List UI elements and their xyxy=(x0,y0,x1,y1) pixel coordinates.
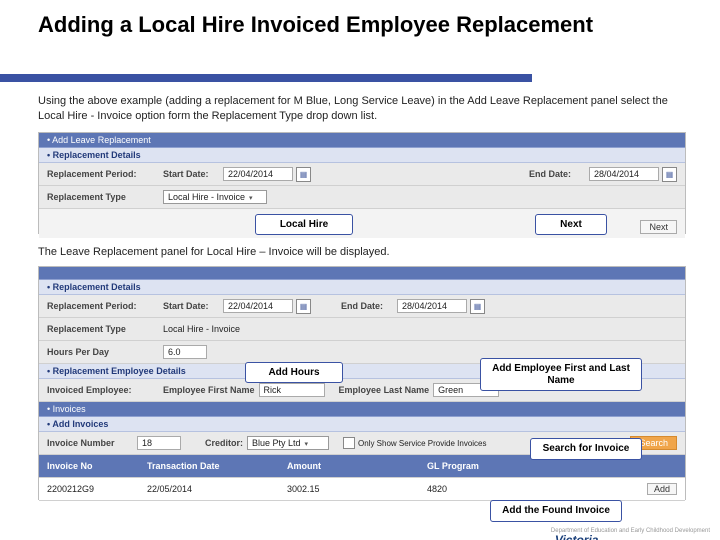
calendar-icon[interactable]: ▦ xyxy=(470,299,485,314)
title-underline xyxy=(0,74,532,82)
hours-label: Hours Per Day xyxy=(47,347,163,357)
calendar-icon[interactable]: ▦ xyxy=(662,167,677,182)
col-invoice-no: Invoice No xyxy=(47,461,147,471)
type-value: Local Hire - Invoice xyxy=(163,324,240,334)
callout-add-employee: Add Employee First and Last Name xyxy=(480,358,642,391)
col-gl-program: GL Program xyxy=(427,461,567,471)
panel-top-bar xyxy=(39,267,685,280)
footer-logo: Department of Education and Early Childh… xyxy=(551,528,710,540)
cell-transaction-date: 22/05/2014 xyxy=(147,484,287,494)
first-name-label: Employee First Name xyxy=(163,385,255,395)
panel-header: • Add Leave Replacement xyxy=(39,133,685,148)
callout-add-found-invoice: Add the Found Invoice xyxy=(490,500,622,522)
col-transaction-date: Transaction Date xyxy=(147,461,287,471)
next-button[interactable]: Next xyxy=(640,220,677,234)
cell-amount: 3002.15 xyxy=(287,484,427,494)
start-date-input[interactable]: 22/04/2014 xyxy=(223,299,293,313)
intro-text: Using the above example (adding a replac… xyxy=(38,94,688,124)
type-dropdown[interactable]: Local Hire - Invoice xyxy=(163,190,267,204)
page-title: Adding a Local Hire Invoiced Employee Re… xyxy=(38,12,720,38)
type-label: Replacement Type xyxy=(47,324,163,334)
panel-subheader: • Replacement Details xyxy=(39,148,685,163)
first-name-input[interactable]: Rick xyxy=(259,383,325,397)
start-date-input[interactable]: 22/04/2014 xyxy=(223,167,293,181)
end-date-input[interactable]: 28/04/2014 xyxy=(589,167,659,181)
end-date-label: End Date: xyxy=(529,169,589,179)
start-date-label: Start Date: xyxy=(163,301,223,311)
end-date-label: End Date: xyxy=(341,301,397,311)
type-label: Replacement Type xyxy=(47,192,163,202)
callout-next: Next xyxy=(535,214,607,235)
cell-invoice-no: 2200212G9 xyxy=(47,484,147,494)
callout-local-hire: Local Hire xyxy=(255,214,353,235)
panel-subheader-add-invoices: • Add Invoices xyxy=(39,417,685,432)
start-date-label: Start Date: xyxy=(163,169,223,179)
invoice-number-label: Invoice Number xyxy=(47,438,137,448)
cell-gl-program: 4820 xyxy=(427,484,567,494)
invoiced-employee-label: Invoiced Employee: xyxy=(47,385,163,395)
panel-subheader-invoices: • Invoices xyxy=(39,402,685,417)
last-name-label: Employee Last Name xyxy=(339,385,430,395)
col-amount: Amount xyxy=(287,461,427,471)
creditor-dropdown[interactable]: Blue Pty Ltd xyxy=(247,436,329,450)
invoice-number-input[interactable]: 18 xyxy=(137,436,181,450)
end-date-input[interactable]: 28/04/2014 xyxy=(397,299,467,313)
panel-subheader: • Replacement Details xyxy=(39,280,685,295)
callout-add-hours: Add Hours xyxy=(245,362,343,383)
callout-search-invoice: Search for Invoice xyxy=(530,438,642,460)
calendar-icon[interactable]: ▦ xyxy=(296,299,311,314)
only-show-label: Only Show Service Provide Invoices xyxy=(358,439,487,448)
hours-input[interactable]: 6.0 xyxy=(163,345,207,359)
only-show-checkbox[interactable] xyxy=(343,437,355,449)
period-label: Replacement Period: xyxy=(47,301,163,311)
creditor-label: Creditor: xyxy=(205,438,243,448)
calendar-icon[interactable]: ▦ xyxy=(296,167,311,182)
period-label: Replacement Period: xyxy=(47,169,163,179)
mid-text: The Leave Replacement panel for Local Hi… xyxy=(38,246,390,258)
add-button[interactable]: Add xyxy=(647,483,677,495)
